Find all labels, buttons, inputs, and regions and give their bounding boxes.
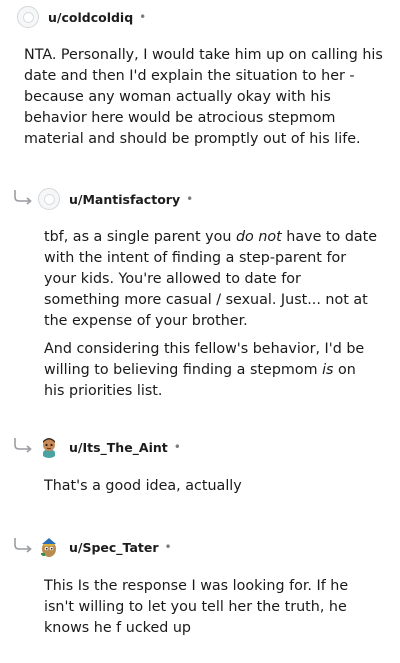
comment-header: u/Spec_Tater • — [38, 532, 172, 562]
separator-dot: • — [164, 540, 172, 554]
comment-body: That's a good idea, actually — [44, 476, 379, 497]
separator-dot: • — [139, 10, 147, 24]
username-link[interactable]: u/coldcoldiq — [48, 10, 133, 25]
comment-header: u/Mantisfactory • — [38, 184, 193, 214]
username-link[interactable]: u/Its_The_Aint — [69, 440, 168, 455]
default-avatar-icon[interactable] — [38, 188, 60, 210]
comment-body: This Is the response I was looking for. … — [44, 576, 379, 639]
comment-paragraph: tbf, as a single parent you do not have … — [44, 229, 378, 329]
comment-paragraph: That's a good idea, actually — [44, 478, 242, 494]
potato-character-avatar-icon[interactable] — [38, 536, 60, 558]
separator-dot: • — [186, 192, 194, 206]
username-link[interactable]: u/Spec_Tater — [69, 540, 159, 555]
comment-body: NTA. Personally, I would take him up on … — [24, 45, 384, 150]
comment-body: tbf, as a single parent you do not have … — [44, 227, 379, 402]
reply-arrow-icon — [14, 190, 32, 205]
default-avatar-icon[interactable] — [17, 6, 39, 28]
comment-header: u/Its_The_Aint • — [38, 432, 181, 462]
username-link[interactable]: u/Mantisfactory — [69, 192, 180, 207]
separator-dot: • — [173, 440, 181, 454]
cartoon-character-avatar-icon[interactable] — [38, 436, 60, 458]
reply-arrow-icon — [14, 538, 32, 553]
comment-paragraph: This Is the response I was looking for. … — [44, 578, 349, 636]
reply-arrow-icon — [14, 438, 32, 453]
comment-header: u/coldcoldiq • — [17, 2, 146, 32]
comment-paragraph: And considering this fellow's behavior, … — [44, 341, 365, 399]
comment-paragraph: NTA. Personally, I would take him up on … — [24, 47, 383, 147]
